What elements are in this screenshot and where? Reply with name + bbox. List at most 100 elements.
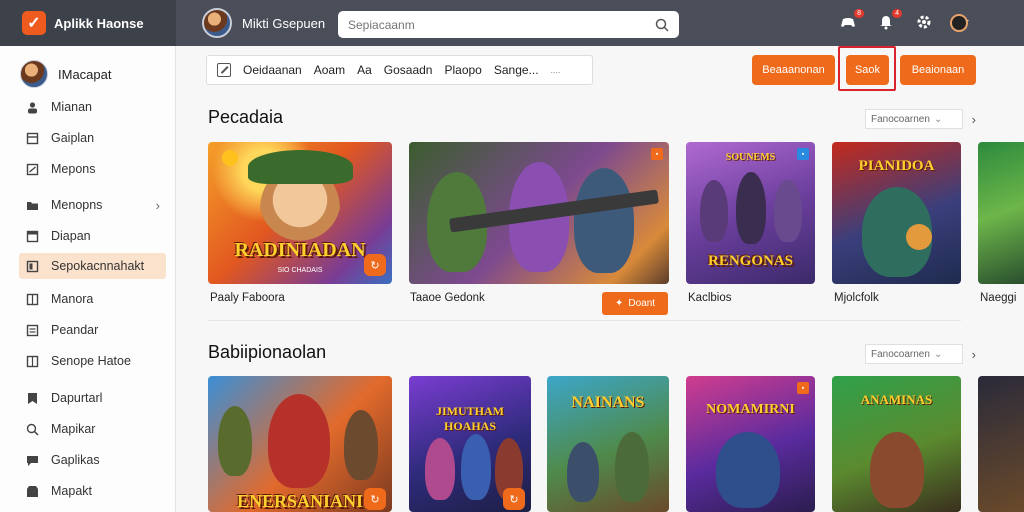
chevron-right-icon[interactable]: › bbox=[972, 112, 976, 127]
toolbar-item[interactable]: Aa bbox=[357, 63, 372, 77]
store-icon bbox=[25, 484, 39, 498]
section-filter-select[interactable]: Fanocoarnen ⌄ › bbox=[865, 344, 976, 364]
search-icon[interactable] bbox=[655, 18, 669, 32]
top-user[interactable]: Mikti Gsepuen bbox=[202, 8, 325, 38]
sidebar-item-7[interactable]: Peandar bbox=[19, 317, 166, 343]
chevron-right-icon[interactable]: › bbox=[156, 198, 160, 213]
card-label: Taaoe Gedonk bbox=[410, 292, 485, 304]
sidebar-item-label: Mepons bbox=[51, 162, 96, 176]
bolt-icon: ✦ bbox=[614, 298, 624, 309]
character-art bbox=[574, 168, 634, 273]
section-divider bbox=[208, 320, 961, 321]
sidebar-item-label: Gaiplan bbox=[51, 131, 95, 145]
profile-avatar[interactable] bbox=[950, 14, 968, 32]
sidebar-item-1[interactable]: Gaiplan bbox=[19, 125, 166, 151]
gamepad-notification-icon[interactable]: 8 bbox=[838, 9, 864, 32]
chevron-right-icon[interactable]: › bbox=[972, 347, 976, 362]
filter-label: Fanocoarnen bbox=[871, 348, 930, 360]
game-card[interactable]: NAINANS bbox=[547, 376, 669, 512]
sidebar-item-label: Gaplikas bbox=[51, 453, 100, 467]
game-card[interactable]: ENERSANIANI ↻ bbox=[208, 376, 392, 512]
more-items[interactable]: .... bbox=[551, 65, 561, 75]
game-card[interactable]: ▪ bbox=[409, 142, 669, 284]
sidebar-item-8[interactable]: Senope Hatoe bbox=[19, 348, 166, 374]
card-label: Kaclbios bbox=[688, 292, 732, 304]
game-card[interactable]: PIANIDOA bbox=[832, 142, 961, 284]
character-art bbox=[425, 438, 455, 500]
bell-icon[interactable]: 4 bbox=[876, 9, 902, 32]
badge-icon: ▪ bbox=[651, 148, 663, 160]
top-user-name: Mikti Gsepuen bbox=[242, 15, 326, 31]
sidebar-item-label: Mianan bbox=[51, 100, 92, 114]
refresh-icon[interactable]: ↻ bbox=[364, 488, 386, 510]
badge-icon: ▪ bbox=[797, 148, 809, 160]
sidebar-item-9[interactable]: Dapurtarl bbox=[19, 385, 166, 411]
chevron-down-icon: ⌄ bbox=[933, 113, 943, 125]
sidebar-user-name: IMacapat bbox=[58, 66, 112, 82]
character-art bbox=[344, 410, 378, 480]
sidebar-item-3[interactable]: Menopns › bbox=[19, 192, 166, 218]
search-input[interactable] bbox=[348, 17, 647, 32]
flag-icon bbox=[25, 162, 39, 176]
card-label: Mjolcfolk bbox=[834, 292, 879, 304]
avatar bbox=[20, 60, 48, 88]
refresh-icon[interactable]: ↻ bbox=[364, 254, 386, 276]
sidebar-user[interactable]: IMacapat bbox=[0, 46, 175, 94]
sidebar-item-label: Mapakt bbox=[51, 484, 92, 498]
character-art bbox=[700, 180, 728, 242]
character-art bbox=[268, 394, 330, 488]
game-card[interactable] bbox=[978, 376, 1024, 512]
card-art-title: NAINANS bbox=[571, 394, 645, 411]
primary-action-button[interactable]: Beaaanonan bbox=[752, 55, 835, 85]
gear-icon[interactable] bbox=[914, 12, 934, 32]
avatar bbox=[202, 8, 232, 38]
toolbar-item[interactable]: Oeidaanan bbox=[243, 63, 302, 77]
sidebar-item-5[interactable]: Sepokacnnahakt bbox=[19, 253, 166, 279]
grid-icon bbox=[25, 292, 39, 306]
user-icon bbox=[25, 100, 39, 114]
sidebar-item-11[interactable]: Gaplikas bbox=[19, 447, 166, 473]
highlight-box bbox=[838, 46, 896, 91]
game-card[interactable]: ANAMINAS bbox=[832, 376, 961, 512]
chat-icon bbox=[25, 453, 39, 467]
box-icon bbox=[25, 229, 39, 243]
notification-badge: 4 bbox=[892, 9, 902, 18]
refresh-icon[interactable]: ↻ bbox=[503, 488, 525, 510]
shield-art bbox=[906, 224, 932, 250]
toolbar-item[interactable]: Aoam bbox=[314, 63, 345, 77]
secondary-action-button[interactable]: Beaionaan bbox=[900, 55, 976, 85]
brand[interactable]: ✓ Aplikk Haonse bbox=[0, 0, 176, 46]
toolbar-item[interactable]: Gosaadn bbox=[384, 63, 433, 77]
chevron-down-icon: ⌄ bbox=[933, 348, 943, 360]
list-icon bbox=[25, 323, 39, 337]
sidebar-item-6[interactable]: Manora bbox=[19, 286, 166, 312]
game-card[interactable] bbox=[978, 142, 1024, 284]
sidebar-item-label: Mapikar bbox=[51, 422, 96, 436]
sidebar-item-2[interactable]: Mepons bbox=[19, 156, 166, 182]
character-art bbox=[716, 432, 780, 508]
game-card[interactable]: SOUNEMS RENGONAS ▪ bbox=[686, 142, 815, 284]
notification-badge: 8 bbox=[854, 9, 864, 18]
card-art-top-title: SOUNEMS bbox=[725, 152, 776, 163]
sidebar-item-12[interactable]: Mapakt bbox=[19, 478, 166, 504]
sidebar-item-0[interactable]: Mianan bbox=[19, 94, 166, 120]
game-card[interactable]: RADINIADAN SIO CHADAIS ↻ bbox=[208, 142, 392, 284]
card-art-title: ANAMINAS bbox=[860, 392, 933, 407]
search-bar[interactable] bbox=[338, 11, 679, 38]
edit-icon[interactable] bbox=[217, 63, 231, 77]
card-label: Paaly Faboora bbox=[210, 292, 285, 304]
sidebar-item-10[interactable]: Mapikar bbox=[19, 416, 166, 442]
game-card[interactable]: NOMAMIRNI ▪ bbox=[686, 376, 815, 512]
game-card[interactable]: JIMUTHAM HOAHAS ↻ bbox=[409, 376, 531, 512]
card-action-button[interactable]: ✦ Doant bbox=[602, 292, 668, 315]
character-art bbox=[870, 432, 924, 508]
toolbar-item[interactable]: Sange... bbox=[494, 63, 539, 77]
sidebar-item-label: Peandar bbox=[51, 323, 99, 337]
sidebar-item-4[interactable]: Diapan bbox=[19, 223, 166, 249]
character-art bbox=[461, 434, 491, 500]
toolbar-item[interactable]: Plaopo bbox=[444, 63, 481, 77]
sidebar-item-label: Menopns bbox=[51, 198, 103, 212]
card-label: Naeggi bbox=[980, 292, 1017, 304]
card-art-title: NOMAMIRNI bbox=[706, 402, 795, 417]
section-filter-select[interactable]: Fanocoarnen ⌄ › bbox=[865, 109, 976, 129]
